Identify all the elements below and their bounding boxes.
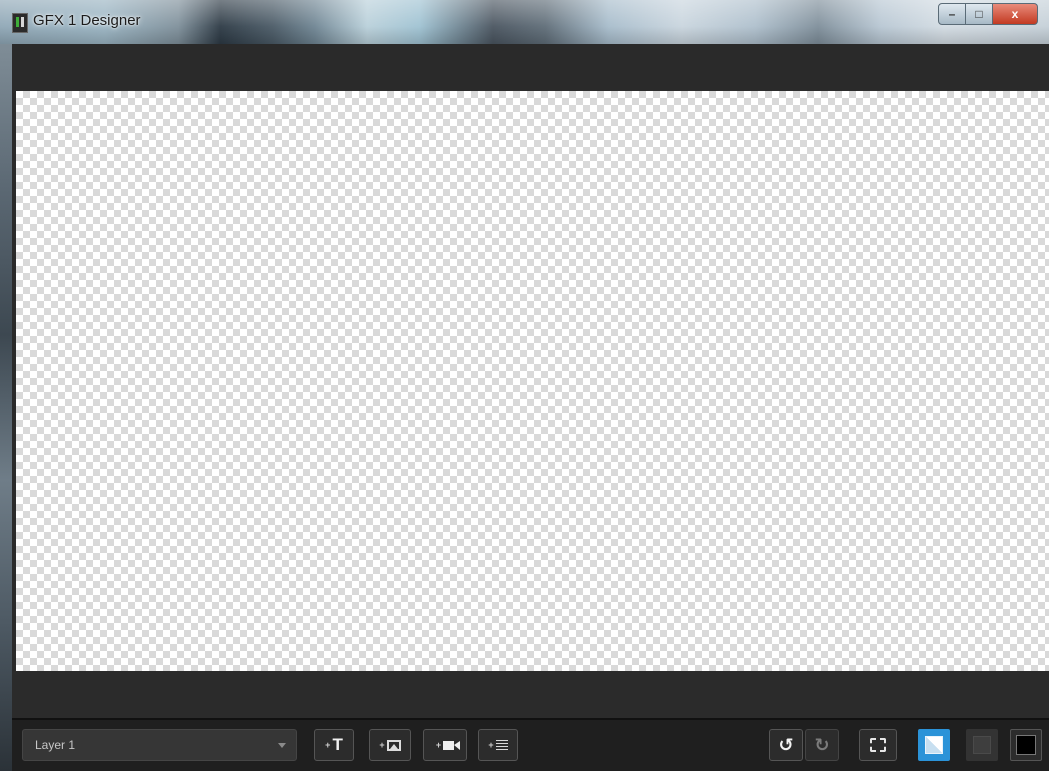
redo-icon: ↻ [814,735,830,755]
chevron-down-icon [278,743,286,748]
text-icon: T [332,735,343,754]
window-title: GFX 1 Designer [33,12,141,29]
transparent-background-button[interactable] [918,729,950,761]
add-text-button[interactable]: + T [314,729,354,761]
gfx-app-icon [12,13,28,33]
undo-icon: ↺ [778,735,794,755]
window-controls: – □ x [938,3,1038,25]
maximize-button[interactable]: □ [966,3,993,25]
undo-button[interactable]: ↺ [769,729,803,761]
video-camera-icon [443,740,461,750]
dark-background-icon [973,736,991,754]
design-canvas[interactable] [16,91,1049,671]
plus-icon: + [488,740,494,750]
window-left-edge [0,44,12,771]
add-video-button[interactable]: + [423,729,467,761]
bottom-panel [12,671,1049,718]
fit-to-screen-button[interactable] [859,729,897,761]
redo-button[interactable]: ↻ [805,729,839,761]
plus-icon: + [379,740,385,750]
black-background-button[interactable] [1010,729,1042,761]
layer-select[interactable]: Layer 1 [22,729,297,761]
add-list-button[interactable]: + [478,729,518,761]
add-image-button[interactable]: + [369,729,411,761]
image-icon [386,739,401,751]
plus-icon: + [325,740,331,750]
black-background-icon [1016,735,1036,755]
bottom-toolbar: Layer 1 + T + + + ↺ ↻ [12,720,1049,771]
top-panel [12,44,1049,91]
plus-icon: + [435,740,442,750]
minimize-button[interactable]: – [938,3,966,25]
dark-background-button[interactable] [966,729,998,761]
title-bar[interactable]: GFX 1 Designer – □ x [0,0,1049,44]
gfx-designer-window: GFX 1 Designer – □ x Layer 1 + T + + + ↺… [0,0,1049,771]
list-icon [495,739,508,751]
close-button[interactable]: x [993,3,1038,25]
fit-to-screen-icon [870,738,886,752]
transparent-background-icon [925,736,943,754]
layer-select-value: Layer 1 [35,738,76,752]
